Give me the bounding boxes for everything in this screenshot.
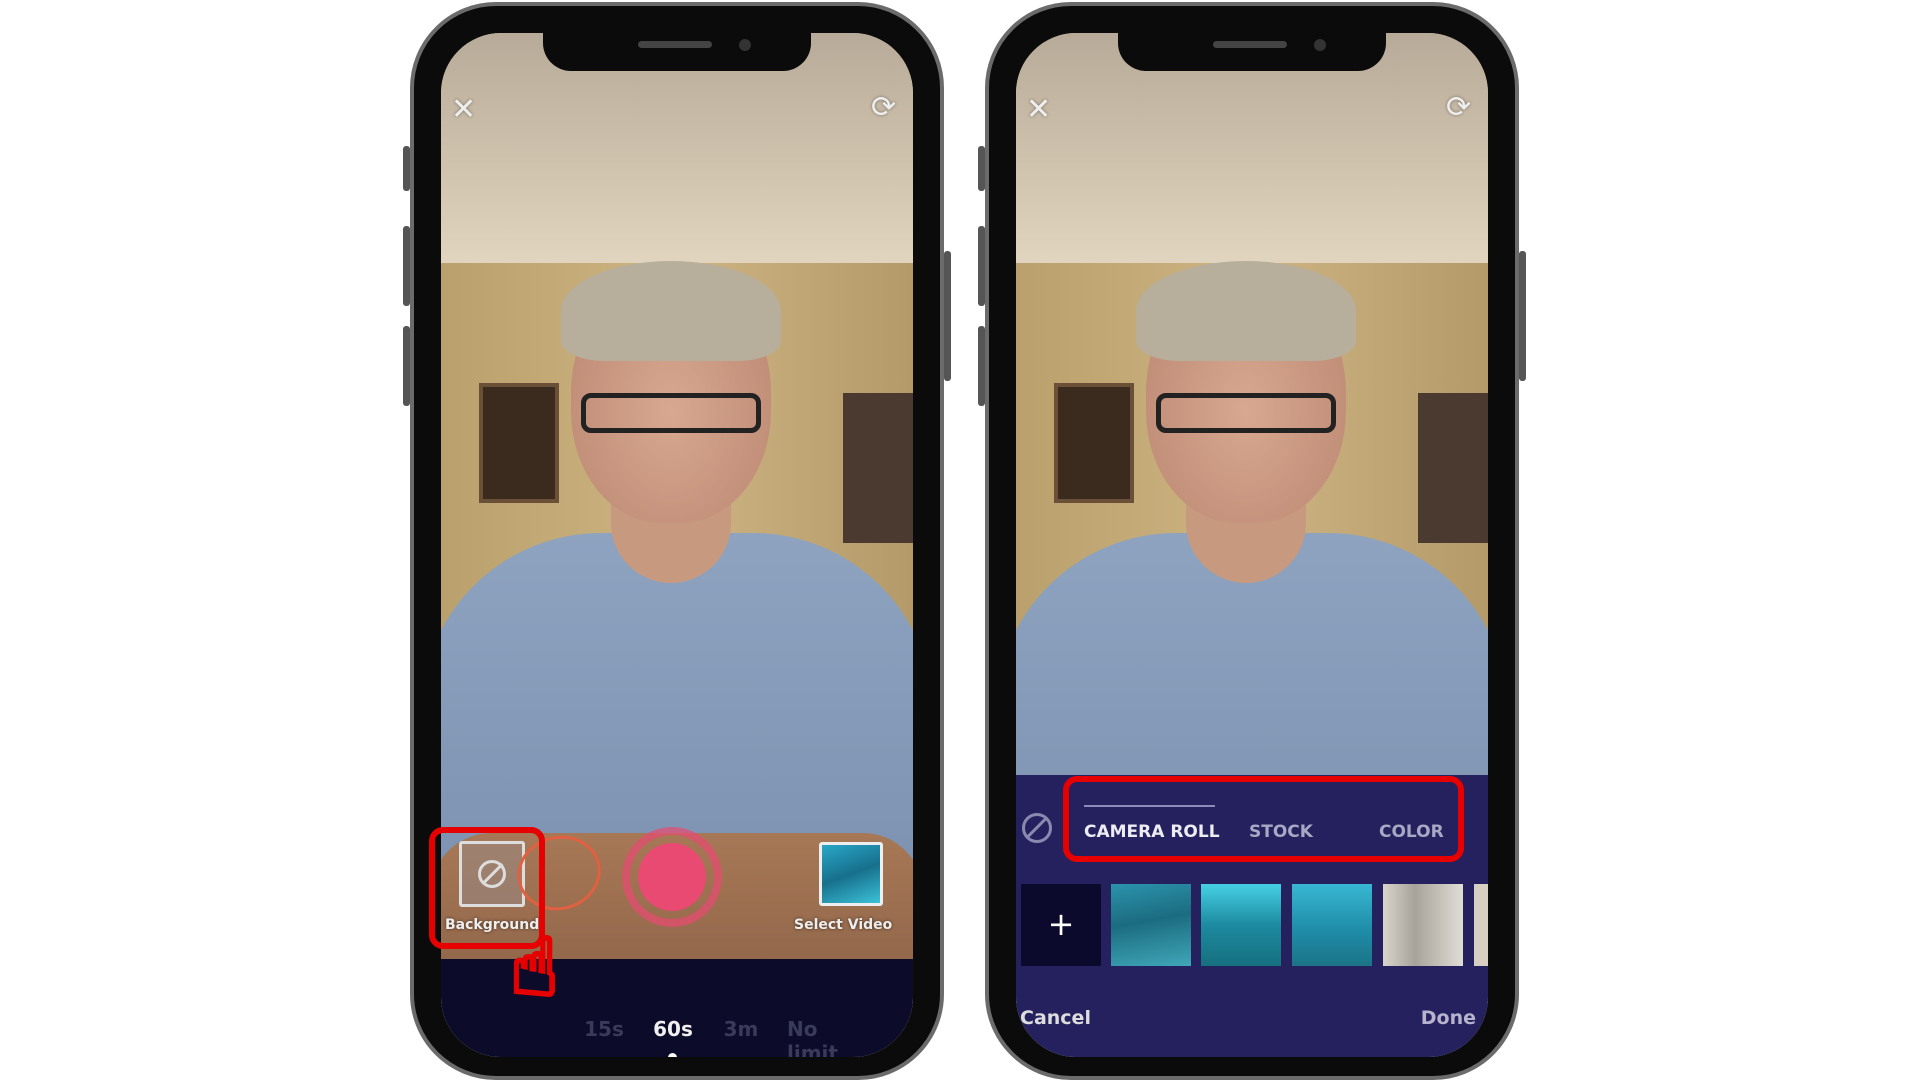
media-thumbnail[interactable] — [1111, 884, 1191, 966]
close-icon[interactable]: ✕ — [1026, 95, 1051, 125]
side-button — [978, 326, 985, 406]
close-icon[interactable]: ✕ — [451, 95, 476, 125]
media-thumbnail[interactable] — [1383, 884, 1463, 966]
refresh-camera-icon[interactable]: ⟳ — [871, 93, 896, 123]
media-thumbnail[interactable] — [1292, 884, 1372, 966]
notch — [543, 33, 811, 71]
side-button — [978, 226, 985, 306]
cancel-button[interactable]: Cancel — [1020, 1007, 1091, 1029]
side-button — [944, 251, 951, 381]
refresh-camera-icon[interactable]: ⟳ — [1446, 93, 1471, 123]
duration-no-limit[interactable]: No limit — [787, 1017, 871, 1057]
duration-15s[interactable]: 15s — [584, 1017, 624, 1041]
select-video-label: Select Video — [794, 917, 893, 933]
side-button — [403, 226, 410, 306]
done-button[interactable]: Done — [1421, 1007, 1476, 1029]
media-thumbnail[interactable] — [1201, 884, 1281, 966]
add-media-button[interactable]: + — [1021, 884, 1101, 966]
right-phone: ✕ ⟳ CAMERA ROLL STOCK COLOR + Cancel Don… — [978, 2, 1526, 1080]
hand-pointer-icon: ☝ — [508, 921, 561, 1014]
highlight-tabs — [1063, 776, 1464, 862]
no-background-icon[interactable] — [1022, 813, 1052, 843]
side-button — [403, 146, 410, 191]
selected-indicator-dot — [668, 1053, 677, 1057]
side-button — [403, 326, 410, 406]
side-button — [978, 146, 985, 191]
notch — [1118, 33, 1386, 71]
camera-screen: ✕ ⟳ CAMERA ROLL STOCK COLOR + Cancel Don… — [1016, 33, 1488, 1057]
duration-3m[interactable]: 3m — [724, 1017, 759, 1041]
media-thumbnail[interactable] — [1474, 884, 1488, 966]
record-button[interactable] — [622, 827, 722, 927]
side-button — [1519, 251, 1526, 381]
duration-60s[interactable]: 60s — [653, 1017, 693, 1041]
select-video-thumbnail[interactable] — [819, 842, 883, 906]
